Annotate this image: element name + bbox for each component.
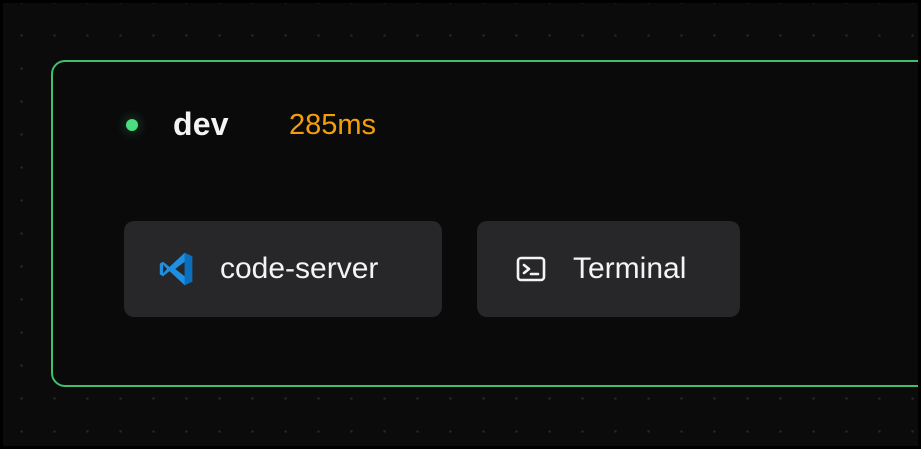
code-server-label: code-server (220, 252, 379, 285)
workspace-name: dev (173, 106, 229, 142)
code-server-button[interactable]: code-server (124, 221, 442, 317)
latency-badge: 285ms (289, 109, 377, 141)
status-indicator-dot (126, 119, 138, 131)
dotted-canvas: dev 285ms code-server Terminal (0, 0, 921, 449)
terminal-icon (513, 251, 549, 287)
workspace-card: dev 285ms code-server Terminal (51, 60, 918, 387)
terminal-label: Terminal (573, 252, 687, 285)
vscode-icon (158, 251, 194, 287)
terminal-button[interactable]: Terminal (477, 221, 740, 317)
